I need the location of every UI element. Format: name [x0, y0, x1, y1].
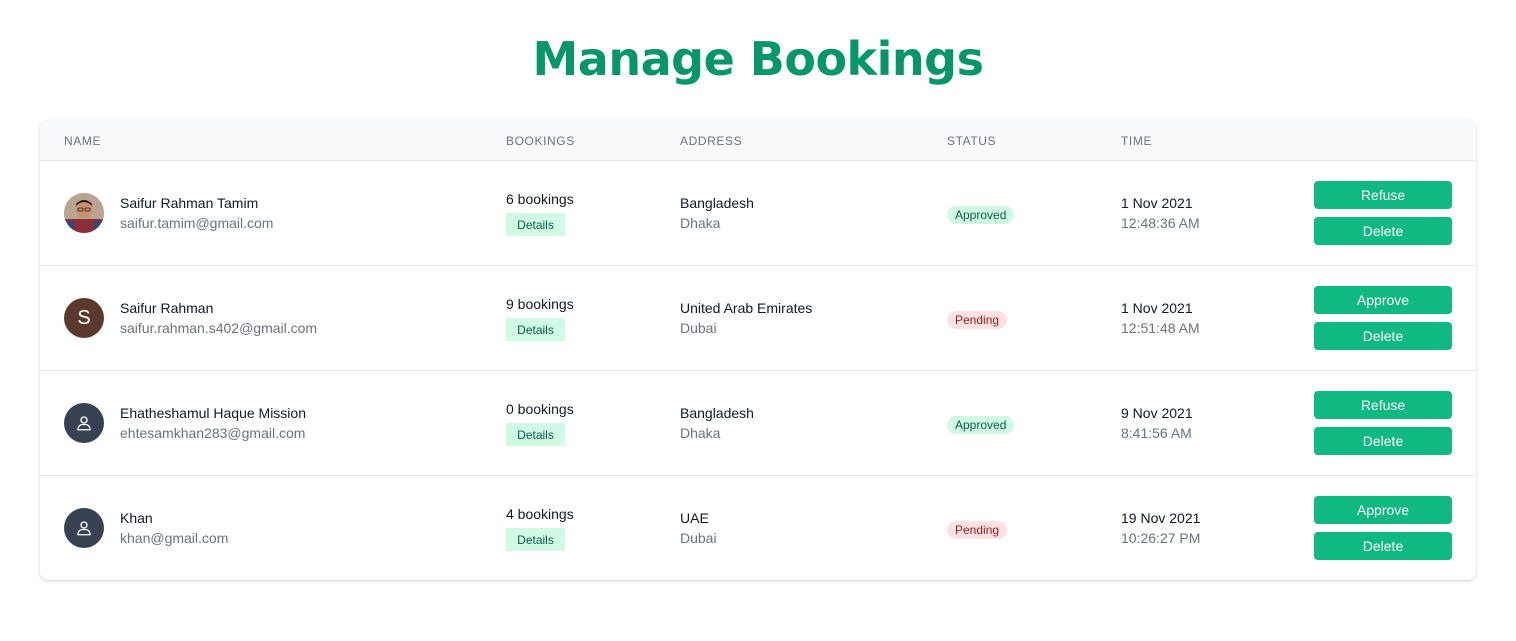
booking-time: 12:51:48 AM: [1121, 320, 1200, 336]
bookings-count: 4 bookings: [506, 506, 574, 522]
booking-date: 19 Nov 2021: [1121, 510, 1201, 526]
address-city: Dubai: [680, 530, 717, 546]
bookings-count: 6 bookings: [506, 191, 574, 207]
table-row: Saifur Rahman Tamim saifur.tamim@gmail.c…: [40, 161, 1476, 266]
avatar: S: [64, 298, 104, 338]
user-name: Saifur Rahman: [120, 300, 214, 316]
address-country: United Arab Emirates: [680, 300, 813, 316]
table-header: NAME BOOKINGS ADDRESS STATUS TIME: [40, 120, 1476, 161]
approve-button[interactable]: Approve: [1314, 496, 1452, 524]
status-badge: Pending: [947, 311, 1008, 329]
table-row: Khan khan@gmail.com 4 bookings Details U…: [40, 476, 1476, 580]
table-row: S Saifur Rahman saifur.rahman.s402@gmail…: [40, 266, 1476, 371]
status-badge: Pending: [947, 521, 1008, 539]
user-email: ehtesamkhan283@gmail.com: [120, 425, 306, 441]
status-badge: Approved: [947, 416, 1015, 434]
details-button[interactable]: Details: [506, 423, 565, 446]
status-badge: Approved: [947, 206, 1015, 224]
user-icon: [77, 416, 91, 431]
approve-button[interactable]: Approve: [1314, 286, 1452, 314]
address-country: UAE: [680, 510, 709, 526]
column-header-status: STATUS: [947, 134, 997, 148]
details-button[interactable]: Details: [506, 318, 565, 341]
bookings-count: 0 bookings: [506, 401, 574, 417]
user-email: khan@gmail.com: [120, 530, 229, 546]
address-city: Dubai: [680, 320, 717, 336]
booking-date: 1 Nov 2021: [1121, 300, 1193, 316]
user-icon: [77, 521, 91, 536]
user-email: saifur.rahman.s402@gmail.com: [120, 320, 318, 336]
booking-date: 1 Nov 2021: [1121, 195, 1193, 211]
column-header-time: TIME: [1121, 134, 1153, 148]
booking-time: 12:48:36 AM: [1121, 215, 1200, 231]
address-country: Bangladesh: [680, 405, 754, 421]
refuse-button[interactable]: Refuse: [1314, 391, 1452, 419]
user-name: Saifur Rahman Tamim: [120, 195, 259, 211]
user-email: saifur.tamim@gmail.com: [120, 215, 274, 231]
delete-button[interactable]: Delete: [1314, 217, 1452, 245]
user-name: Khan: [120, 510, 153, 526]
column-header-name: NAME: [64, 134, 102, 148]
booking-time: 10:26:27 PM: [1121, 530, 1201, 546]
address-city: Dhaka: [680, 425, 721, 441]
booking-time: 8:41:56 AM: [1121, 425, 1192, 441]
column-header-bookings: BOOKINGS: [506, 134, 575, 148]
details-button[interactable]: Details: [506, 528, 565, 551]
bookings-count: 9 bookings: [506, 296, 574, 312]
refuse-button[interactable]: Refuse: [1314, 181, 1452, 209]
bookings-table: NAME BOOKINGS ADDRESS STATUS TIME Saifur…: [40, 120, 1476, 580]
column-header-address: ADDRESS: [680, 134, 743, 148]
table-row: Ehatheshamul Haque Mission ehtesamkhan28…: [40, 371, 1476, 476]
user-name: Ehatheshamul Haque Mission: [120, 405, 306, 421]
delete-button[interactable]: Delete: [1314, 532, 1452, 560]
details-button[interactable]: Details: [506, 213, 565, 236]
avatar: [64, 508, 104, 548]
user-photo-icon: [64, 193, 104, 233]
avatar: [64, 403, 104, 443]
address-country: Bangladesh: [680, 195, 754, 211]
page-title: Manage Bookings: [532, 32, 984, 86]
delete-button[interactable]: Delete: [1314, 427, 1452, 455]
delete-button[interactable]: Delete: [1314, 322, 1452, 350]
avatar: [64, 193, 104, 233]
address-city: Dhaka: [680, 215, 721, 231]
booking-date: 9 Nov 2021: [1121, 405, 1193, 421]
